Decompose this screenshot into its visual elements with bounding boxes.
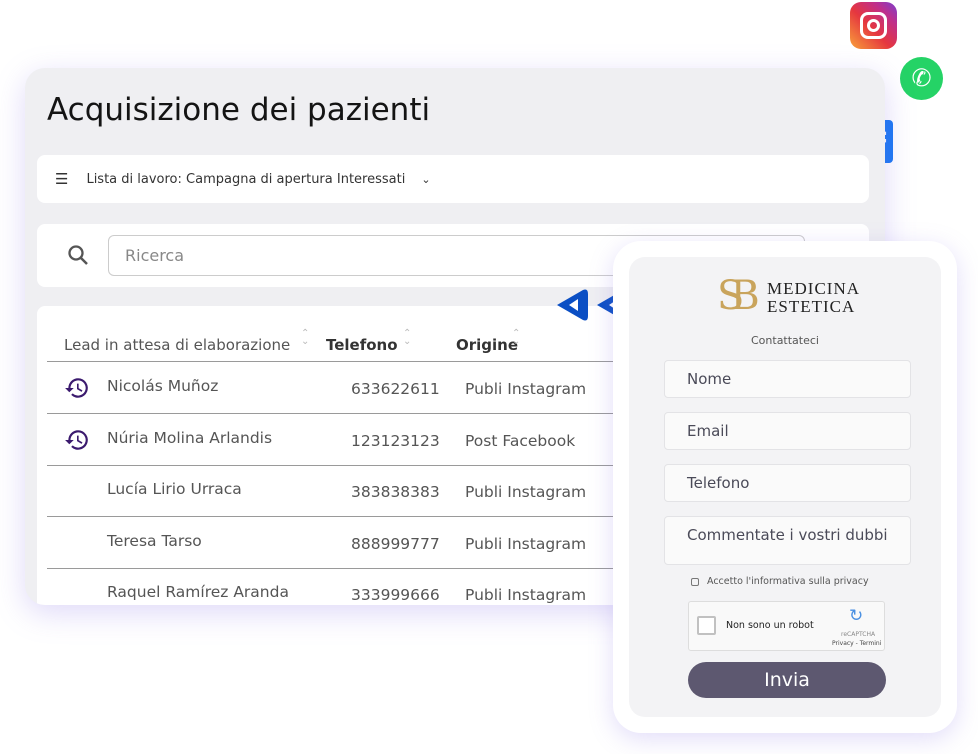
captcha-label: Non sono un robot <box>726 620 814 631</box>
lead-phone: 123123123 <box>351 432 440 450</box>
sort-icon[interactable]: ⌃ ⌄ <box>512 329 520 347</box>
header-divider <box>47 361 617 362</box>
recaptcha-icon: ↻ <box>849 606 864 626</box>
sort-icon[interactable]: ⌃ ⌄ <box>403 329 411 347</box>
row-divider <box>47 516 617 517</box>
worklist-selector[interactable]: ☰ Lista di lavoro: Campagna di apertura … <box>37 155 869 203</box>
lead-origin: Publi Instagram <box>465 535 587 553</box>
privacy-label: Accetto l'informativa sulla privacy <box>707 576 869 587</box>
whatsapp-icon: ✆ <box>900 57 943 100</box>
recaptcha-widget: Non sono un robot ↻ reCAPTCHA Privacy - … <box>688 601 885 651</box>
list-icon: ☰ <box>55 170 69 188</box>
name-field[interactable]: Nome <box>664 360 911 398</box>
lead-origin: Publi Instagram <box>465 380 587 398</box>
column-header-phone[interactable]: Telefono <box>326 336 398 354</box>
column-header-lead[interactable]: Lead in attesa di elaborazione <box>64 336 290 354</box>
captcha-brand: reCAPTCHA <box>841 631 876 638</box>
worklist-label: Lista di lavoro: Campagna di apertura In… <box>86 171 406 187</box>
row-divider <box>47 413 617 414</box>
history-icon <box>65 430 88 450</box>
captcha-links[interactable]: Privacy - Termini <box>832 640 881 647</box>
comments-textarea[interactable]: Commentate i vostri dubbi <box>664 516 911 565</box>
sort-icon[interactable]: ⌃ ⌄ <box>301 329 309 347</box>
submit-button[interactable]: Invia <box>688 662 886 698</box>
privacy-checkbox[interactable] <box>691 578 699 586</box>
lead-name[interactable]: Lucía Lirio Urraca <box>107 480 242 498</box>
lead-name[interactable]: Nicolás Muñoz <box>107 377 218 395</box>
instagram-icon <box>850 2 897 49</box>
captcha-checkbox[interactable] <box>697 616 716 635</box>
search-icon <box>68 245 88 265</box>
lead-phone: 633622611 <box>351 380 440 398</box>
column-header-origin[interactable]: Origine <box>456 336 518 354</box>
contact-form-card: SB MEDICINA ESTETICA Contattateci Nome Em… <box>613 241 957 733</box>
email-field[interactable]: Email <box>664 412 911 450</box>
lead-name[interactable]: Teresa Tarso <box>107 532 202 550</box>
phone-field[interactable]: Telefono <box>664 464 911 502</box>
lead-origin: Publi Instagram <box>465 586 587 604</box>
lead-phone: 383838383 <box>351 483 440 501</box>
lead-phone: 333999666 <box>351 586 440 604</box>
lead-origin: Post Facebook <box>465 432 576 450</box>
form-heading: Contattateci <box>751 334 819 347</box>
chevron-down-icon: ⌄ <box>421 172 431 186</box>
brand-logo: SB MEDICINA ESTETICA <box>717 273 860 319</box>
lead-name[interactable]: Raquel Ramírez Aranda <box>107 583 289 601</box>
lead-phone: 888999777 <box>351 535 440 553</box>
lead-origin: Publi Instagram <box>465 483 587 501</box>
row-divider <box>47 465 617 466</box>
history-icon <box>65 378 88 398</box>
row-divider <box>47 568 617 569</box>
page-title: Acquisizione dei pazienti <box>47 92 431 128</box>
contact-form: SB MEDICINA ESTETICA Contattateci Nome Em… <box>629 257 941 717</box>
lead-name[interactable]: Núria Molina Arlandis <box>107 429 272 447</box>
